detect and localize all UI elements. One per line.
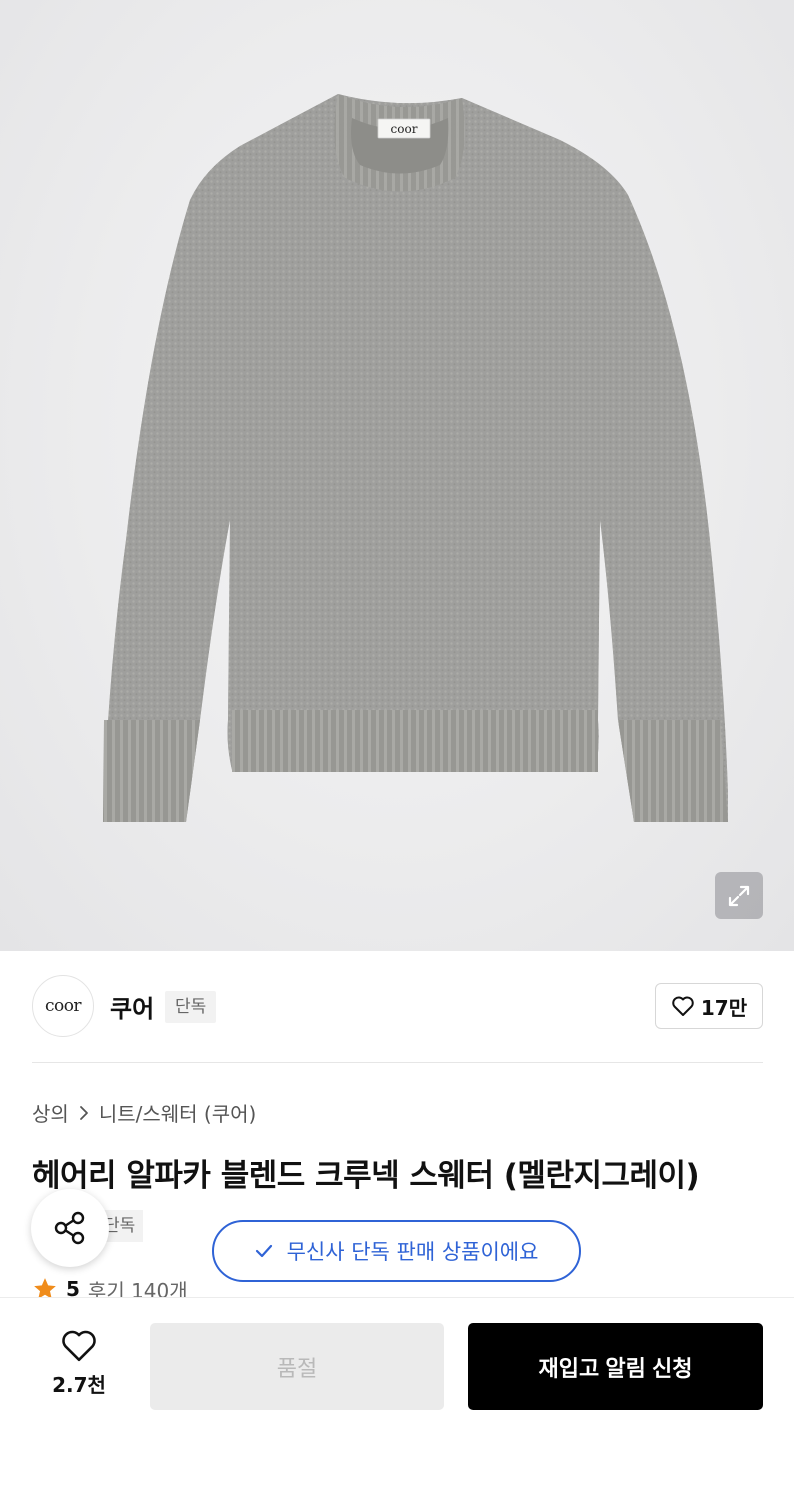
product-title: 헤어리 알파카 블렌드 크루넥 스웨터 (멜란지그레이) (32, 1158, 700, 1194)
breadcrumb-category[interactable]: 상의 (32, 1098, 69, 1127)
toast-message: 무신사 단독 판매 상품이에요 (286, 1240, 539, 1264)
bottom-action-bar: 2.7천 품절 재입고 알림 신청 (0, 1297, 794, 1500)
brand-row: coor 쿠어 단독 17만 (32, 975, 763, 1037)
wishlist-count: 2.7천 (52, 1373, 106, 1397)
product-image[interactable]: coor (0, 0, 794, 951)
brand-name[interactable]: 쿠어 (110, 989, 154, 1024)
breadcrumb: 상의 니트/스웨터 (쿠어) (32, 1098, 256, 1127)
exclusive-toast: 무신사 단독 판매 상품이에요 (212, 1220, 581, 1282)
garment-label: coor (390, 121, 418, 136)
divider (32, 1062, 763, 1063)
restock-alert-button[interactable]: 재입고 알림 신청 (468, 1323, 763, 1410)
soldout-button[interactable]: 품절 (150, 1323, 444, 1410)
share-button[interactable] (31, 1189, 109, 1267)
breadcrumb-subcategory[interactable]: 니트/스웨터 (쿠어) (99, 1098, 257, 1127)
share-icon (54, 1211, 85, 1245)
brand-logo[interactable]: coor (32, 975, 94, 1037)
chevron-right-icon (79, 1105, 88, 1120)
product-detail-page: coor coor 쿠어 단독 17만 상의 니트/스웨터 (쿠어) 헤어리 알… (0, 0, 794, 1500)
sweater-photo (103, 94, 728, 822)
brand-like-count: 17만 (700, 995, 748, 1020)
brand-like-button[interactable]: 17만 (655, 983, 763, 1029)
expand-arrows-icon (728, 885, 750, 906)
check-icon (255, 1244, 272, 1258)
heart-icon (672, 996, 694, 1016)
brand-exclusive-badge: 단독 (165, 991, 217, 1023)
heart-icon (62, 1330, 96, 1362)
zoom-button[interactable] (715, 872, 763, 919)
wishlist-button[interactable]: 2.7천 (32, 1328, 126, 1398)
